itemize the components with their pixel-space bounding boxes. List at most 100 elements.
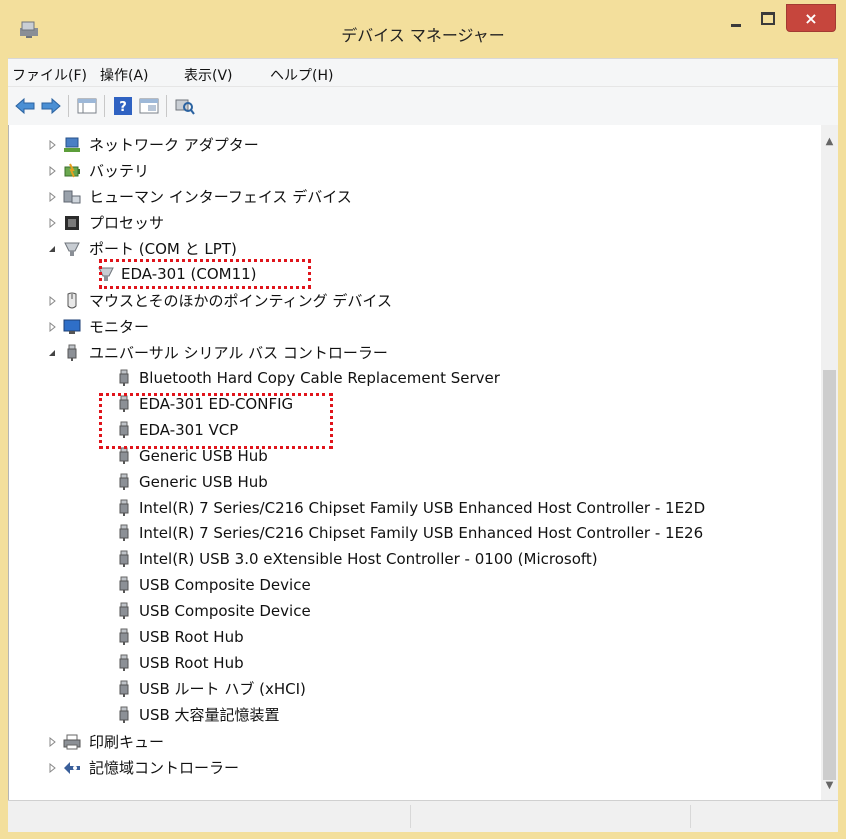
tree-label: プロセッサ xyxy=(89,214,165,232)
expand-arrow-icon[interactable] xyxy=(47,296,57,306)
vertical-scrollbar[interactable]: ▲ ▼ xyxy=(821,125,838,800)
tree-item-usb-device[interactable]: Intel(R) USB 3.0 eXtensible Host Control… xyxy=(115,547,815,571)
expand-arrow-icon[interactable] xyxy=(47,737,57,747)
help-icon[interactable]: ? xyxy=(112,96,134,116)
toolbar-separator xyxy=(166,95,167,117)
tree-label: USB Composite Device xyxy=(139,602,311,620)
collapse-arrow-icon[interactable] xyxy=(47,348,57,358)
usb-device-icon xyxy=(119,680,129,697)
hid-icon xyxy=(63,190,81,204)
scroll-thumb[interactable] xyxy=(823,370,836,780)
menu-help[interactable]: ヘルプ(H) xyxy=(270,65,333,85)
properties-grid-icon[interactable] xyxy=(76,96,98,116)
highlight-box-eda301-usb xyxy=(99,393,333,449)
usb-device-icon xyxy=(119,524,129,541)
usb-device-icon xyxy=(119,576,129,593)
tree-item-usb-device[interactable]: Bluetooth Hard Copy Cable Replacement Se… xyxy=(115,366,815,390)
usb-icon xyxy=(67,344,77,361)
tree-label: ユニバーサル シリアル バス コントローラー xyxy=(89,344,388,362)
tree-item-usb-device[interactable]: USB Composite Device xyxy=(115,599,815,623)
tree-item-mice[interactable]: マウスとそのほかのポインティング デバイス xyxy=(47,289,547,313)
usb-device-icon xyxy=(119,706,129,723)
tree-item-usb-device[interactable]: Intel(R) 7 Series/C216 Chipset Family US… xyxy=(115,521,815,545)
toolbar-separator xyxy=(68,95,69,117)
tree-item-usb-controllers[interactable]: ユニバーサル シリアル バス コントローラー xyxy=(47,341,547,365)
tree-item-usb-device[interactable]: USB Root Hub xyxy=(115,625,815,649)
tree-item-storage-controllers[interactable]: 記憶域コントローラー xyxy=(47,756,547,780)
title-bar[interactable]: デバイス マネージャー × xyxy=(0,0,846,58)
tree-item-usb-device[interactable]: USB Root Hub xyxy=(115,651,815,675)
tree-item-usb-device[interactable]: USB 大容量記憶装置 xyxy=(115,703,815,727)
tree-item-processors[interactable]: プロセッサ xyxy=(47,211,547,235)
usb-device-icon xyxy=(119,654,129,671)
tree-item-batteries[interactable]: バッテリ xyxy=(47,159,547,183)
tree-item-ports[interactable]: ポート (COM と LPT) xyxy=(47,237,547,261)
menu-view[interactable]: 表示(V) xyxy=(184,65,233,85)
view-panel-icon[interactable] xyxy=(138,96,160,116)
tree-label: Generic USB Hub xyxy=(139,473,268,491)
scroll-down-arrow-icon[interactable]: ▼ xyxy=(821,777,838,794)
collapse-arrow-icon[interactable] xyxy=(47,244,57,254)
scroll-up-arrow-icon[interactable]: ▲ xyxy=(821,133,838,150)
tree-item-usb-device[interactable]: Intel(R) 7 Series/C216 Chipset Family US… xyxy=(115,496,815,520)
device-tree[interactable]: ネットワーク アダプター バッテリ ヒューマン インターフェイス デバイス プロ… xyxy=(8,125,822,800)
device-manager-window: デバイス マネージャー × ファイル(F) 操作(A) 表示(V) ヘルプ(H)… xyxy=(0,0,846,839)
monitor-icon xyxy=(63,319,81,334)
port-icon xyxy=(64,242,80,256)
tree-label: Bluetooth Hard Copy Cable Replacement Se… xyxy=(139,369,500,387)
tree-label: 印刷キュー xyxy=(89,733,165,751)
tree-label: USB ルート ハブ (xHCI) xyxy=(139,680,306,698)
maximize-button[interactable] xyxy=(752,4,784,32)
expand-arrow-icon[interactable] xyxy=(47,166,57,176)
highlight-box-com11 xyxy=(99,259,311,289)
tree-item-network-adapters[interactable]: ネットワーク アダプター xyxy=(47,133,547,157)
expand-arrow-icon[interactable] xyxy=(47,192,57,202)
status-pane xyxy=(410,805,691,828)
expand-arrow-icon[interactable] xyxy=(47,218,57,228)
back-arrow-icon[interactable] xyxy=(14,96,36,116)
status-pane xyxy=(690,805,831,828)
tree-item-print-queues[interactable]: 印刷キュー xyxy=(47,730,547,754)
tree-item-monitors[interactable]: モニター xyxy=(47,315,547,339)
tree-item-usb-device[interactable]: USB ルート ハブ (xHCI) xyxy=(115,677,815,701)
tree-label: ポート (COM と LPT) xyxy=(89,240,237,258)
tree-label: ネットワーク アダプター xyxy=(89,136,259,154)
tree-label: USB Composite Device xyxy=(139,576,311,594)
mouse-icon xyxy=(67,292,77,309)
tree-label: モニター xyxy=(89,318,150,336)
status-bar xyxy=(8,800,838,832)
battery-icon xyxy=(64,163,80,178)
menu-action[interactable]: 操作(A) xyxy=(100,65,149,85)
tree-label: ヒューマン インターフェイス デバイス xyxy=(89,188,352,206)
close-icon: × xyxy=(804,9,818,28)
menu-file[interactable]: ファイル(F) xyxy=(12,65,87,85)
close-button[interactable]: × xyxy=(786,4,836,32)
tree-label: Intel(R) USB 3.0 eXtensible Host Control… xyxy=(139,550,598,568)
tree-label: バッテリ xyxy=(89,162,150,180)
storage-controller-icon xyxy=(64,762,80,774)
expand-arrow-icon[interactable] xyxy=(47,140,57,150)
printer-icon xyxy=(63,734,81,750)
usb-device-icon xyxy=(119,550,129,567)
tree-label: 記憶域コントローラー xyxy=(89,759,240,777)
tree-label: Intel(R) 7 Series/C216 Chipset Family US… xyxy=(139,499,706,517)
network-adapter-icon xyxy=(64,137,80,152)
tree-item-hid[interactable]: ヒューマン インターフェイス デバイス xyxy=(47,185,547,209)
tree-label: USB Root Hub xyxy=(139,628,244,646)
scan-hardware-icon[interactable] xyxy=(174,96,196,116)
tree-item-usb-device[interactable]: Generic USB Hub xyxy=(115,470,815,494)
usb-device-icon xyxy=(119,602,129,619)
menu-bar: ファイル(F) 操作(A) 表示(V) ヘルプ(H) xyxy=(8,58,838,87)
usb-device-icon xyxy=(119,499,129,516)
tree-item-usb-device[interactable]: USB Composite Device xyxy=(115,573,815,597)
usb-device-icon xyxy=(119,628,129,645)
toolbar: ? xyxy=(8,86,838,126)
expand-arrow-icon[interactable] xyxy=(47,322,57,332)
processor-icon xyxy=(65,216,79,230)
minimize-button[interactable] xyxy=(720,4,752,32)
tree-label: Intel(R) 7 Series/C216 Chipset Family US… xyxy=(139,524,704,542)
forward-arrow-icon[interactable] xyxy=(40,96,62,116)
usb-device-icon xyxy=(119,473,129,490)
usb-device-icon xyxy=(119,447,129,464)
expand-arrow-icon[interactable] xyxy=(47,763,57,773)
